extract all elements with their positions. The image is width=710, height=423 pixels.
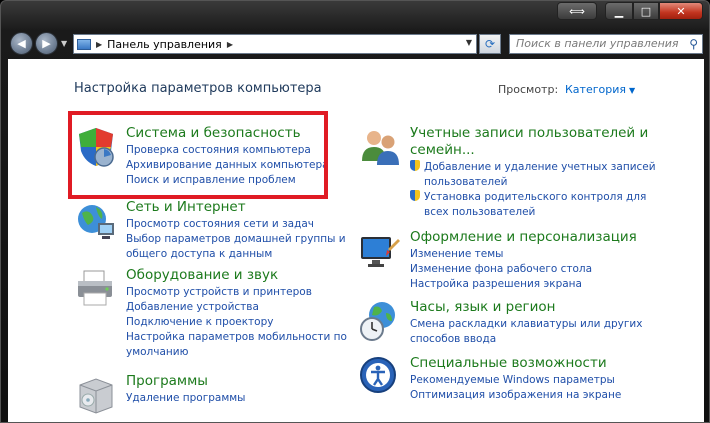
category-title-network[interactable]: Сеть и Интернет (126, 199, 246, 216)
link-projector[interactable]: Подключение к проектору (126, 315, 347, 330)
view-mode-dropdown[interactable]: Категория ▼ (565, 83, 635, 96)
link-screen-resolution[interactable]: Настройка разрешения экрана (410, 277, 592, 292)
link-devices-printers[interactable]: Просмотр устройств и принтеров (126, 285, 347, 300)
link-homegroup-cont[interactable]: общего доступа к данным (126, 247, 346, 262)
category-links-network: Просмотр состояния сети и задач Выбор па… (126, 217, 346, 262)
link-homegroup[interactable]: Выбор параметров домашней группы и (126, 232, 346, 247)
back-button[interactable]: ◀ (10, 32, 33, 55)
page-title: Настройка параметров компьютера (74, 81, 322, 96)
link-optimize-display[interactable]: Оптимизация изображения на экране (410, 388, 621, 403)
category-links-appearance: Изменение темы Изменение фона рабочего с… (410, 247, 592, 292)
search-input[interactable]: Поиск в панели управления ⚲ (509, 34, 703, 54)
link-change-theme[interactable]: Изменение темы (410, 247, 592, 262)
maximize-button[interactable]: □ (633, 2, 659, 20)
link-keyboard-layout-cont[interactable]: способов ввода (410, 332, 642, 347)
forward-button[interactable]: ▶ (35, 32, 58, 55)
minimize-button[interactable]: ▁ (605, 2, 633, 20)
control-panel-window: ⟺ ▁ □ ✕ ◀ ▶ ▼ ▶ Панель управления ▶ ▼ ⟳ … (0, 0, 710, 423)
link-parental-controls[interactable]: Установка родительского контроля для (410, 190, 656, 205)
category-links-programs: Удаление программы (126, 391, 245, 406)
users-icon[interactable] (358, 125, 402, 169)
category-title-accounts-line1[interactable]: Учетные записи пользователей и (410, 125, 648, 142)
link-network-status[interactable]: Просмотр состояния сети и задач (126, 217, 346, 232)
control-panel-icon (77, 38, 91, 50)
highlight-frame (68, 111, 328, 199)
link-mobility-cont[interactable]: умолчанию (126, 345, 347, 360)
category-title-accounts-line2[interactable]: семейн... (410, 142, 648, 159)
chevron-down-icon: ▼ (628, 86, 636, 95)
refresh-button[interactable]: ⟳ (479, 34, 501, 54)
link-add-remove-accounts-cont[interactable]: пользователей (410, 175, 656, 190)
breadcrumb-chevron-icon[interactable]: ▶ (96, 40, 102, 49)
programs-box-icon[interactable] (74, 373, 118, 417)
category-title-hardware[interactable]: Оборудование и звук (126, 267, 278, 284)
search-icon[interactable]: ⚲ (689, 37, 698, 51)
snap-button[interactable]: ⟺ (557, 2, 597, 20)
network-globe-icon[interactable] (74, 199, 118, 243)
printer-icon[interactable] (74, 267, 118, 311)
link-add-remove-accounts[interactable]: Добавление и удаление учетных записей (410, 160, 656, 175)
category-links-clock: Смена раскладки клавиатуры или других сп… (410, 317, 642, 347)
uac-shield-icon (410, 190, 420, 201)
category-links-accounts: Добавление и удаление учетных записей по… (410, 160, 656, 220)
category-links-hardware: Просмотр устройств и принтеров Добавлени… (126, 285, 347, 360)
breadcrumb-control-panel[interactable]: Панель управления (107, 38, 222, 51)
link-add-device[interactable]: Добавление устройства (126, 300, 347, 315)
search-placeholder: Поиск в панели управления (516, 37, 679, 50)
address-dropdown-icon[interactable]: ▼ (466, 38, 472, 47)
category-title-programs[interactable]: Программы (126, 373, 208, 390)
uac-shield-icon (410, 160, 420, 171)
globe-clock-icon[interactable] (358, 299, 402, 343)
category-title-access[interactable]: Специальные возможности (410, 355, 607, 372)
title-bar: ⟺ ▁ □ ✕ (1, 1, 709, 29)
category-title-clock[interactable]: Часы, язык и регион (410, 299, 556, 316)
monitor-paint-icon[interactable] (358, 229, 402, 273)
window-buttons: ⟺ ▁ □ ✕ (557, 2, 703, 20)
link-recommended-settings[interactable]: Рекомендуемые Windows параметры (410, 373, 621, 388)
link-uninstall[interactable]: Удаление программы (126, 391, 245, 406)
recent-pages-dropdown[interactable]: ▼ (61, 39, 67, 48)
content-area: Настройка параметров компьютера Просмотр… (8, 59, 704, 422)
link-mobility[interactable]: Настройка параметров мобильности по (126, 330, 347, 345)
category-title-accounts[interactable]: Учетные записи пользователей и семейн... (410, 125, 648, 159)
breadcrumb-chevron-icon[interactable]: ▶ (227, 40, 233, 49)
link-change-wallpaper[interactable]: Изменение фона рабочего стола (410, 262, 592, 277)
link-keyboard-layout[interactable]: Смена раскладки клавиатуры или других (410, 317, 642, 332)
accessibility-icon[interactable] (358, 355, 402, 399)
category-title-appearance[interactable]: Оформление и персонализация (410, 229, 637, 246)
close-button[interactable]: ✕ (659, 2, 703, 20)
category-links-access: Рекомендуемые Windows параметры Оптимиза… (410, 373, 621, 403)
view-label: Просмотр: (498, 83, 559, 96)
address-bar[interactable]: ▶ Панель управления ▶ ▼ (73, 34, 477, 54)
navigation-bar: ◀ ▶ ▼ ▶ Панель управления ▶ ▼ ⟳ Поиск в … (1, 29, 709, 59)
link-parental-controls-cont[interactable]: всех пользователей (410, 205, 656, 220)
